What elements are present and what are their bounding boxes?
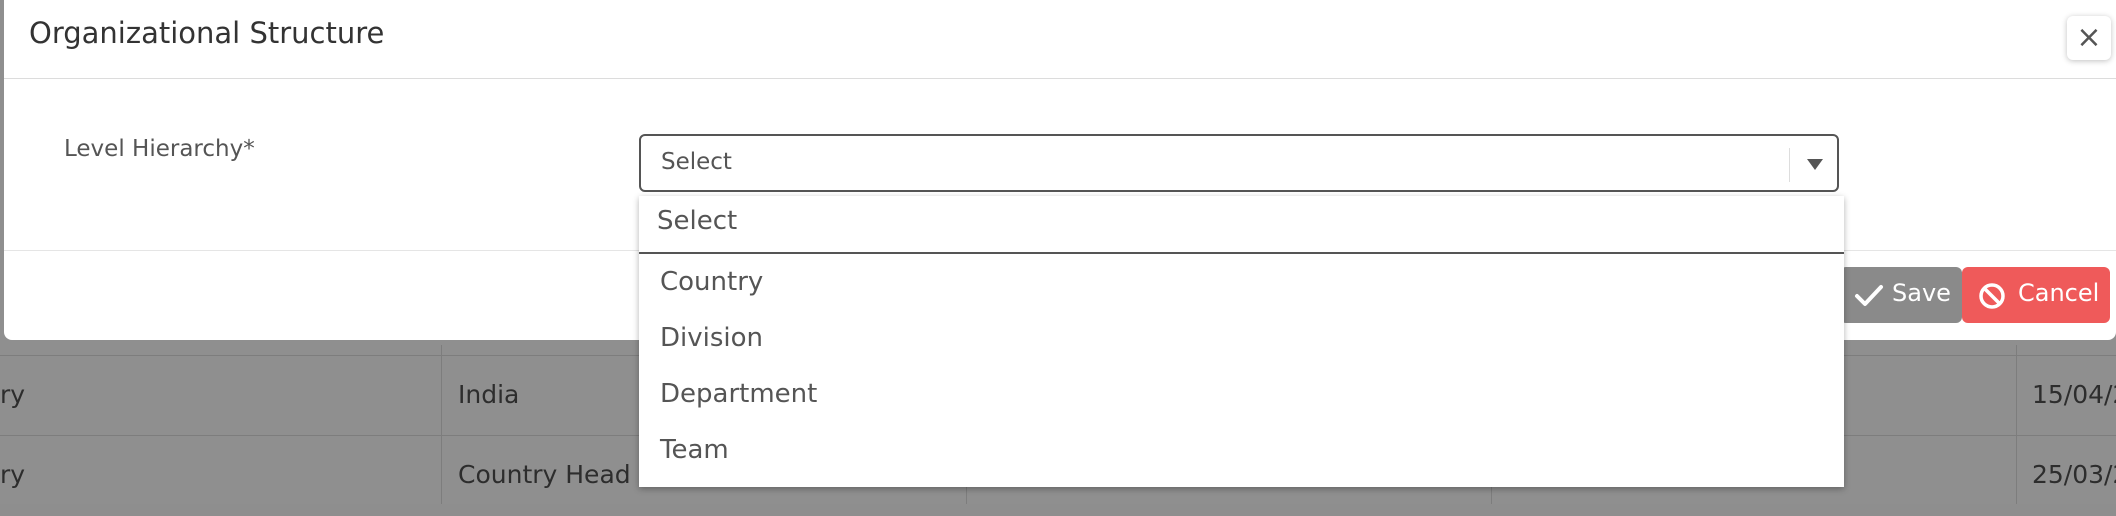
table-cell: 15/04/20 — [2032, 380, 2116, 409]
modal-header: Organizational Structure × — [4, 0, 2116, 79]
option-label: Team — [660, 435, 729, 465]
table-column-divider — [441, 345, 442, 504]
cancel-button[interactable]: Cancel — [1962, 267, 2110, 323]
option-country[interactable]: Country — [639, 256, 1844, 312]
level-hierarchy-dropdown: Select Country Division Department Team — [639, 196, 1844, 487]
option-label: Division — [660, 323, 764, 353]
modal-title: Organizational Structure — [29, 16, 385, 50]
table-cell: ry — [0, 380, 26, 409]
chevron-down-icon[interactable] — [1807, 159, 1823, 170]
level-hierarchy-label: Level Hierarchy* — [64, 136, 255, 162]
select-value: Select — [661, 149, 732, 175]
option-department[interactable]: Department — [639, 368, 1844, 424]
option-division[interactable]: Division — [639, 312, 1844, 368]
option-label: Department — [660, 379, 818, 409]
table-cell: Country Head — [458, 460, 631, 489]
save-button[interactable]: Save — [1840, 267, 1962, 323]
option-label: Country — [660, 267, 764, 297]
table-cell: 25/03/20 — [2032, 460, 2116, 489]
cancel-label: Cancel — [2018, 279, 2100, 307]
option-team[interactable]: Team — [639, 424, 1844, 480]
checkmark-icon — [1855, 285, 1883, 306]
close-button[interactable]: × — [2067, 16, 2111, 60]
close-icon: × — [2076, 20, 2102, 55]
table-column-divider — [2016, 345, 2017, 504]
save-label: Save — [1892, 279, 1951, 307]
dropdown-header-text: Select — [657, 206, 738, 236]
level-hierarchy-select[interactable]: Select — [639, 134, 1839, 192]
select-divider — [1789, 148, 1790, 182]
table-cell: ry — [0, 460, 26, 489]
dropdown-search-option[interactable]: Select — [639, 196, 1844, 254]
table-cell: India — [458, 380, 520, 409]
prohibited-icon — [1979, 283, 2005, 309]
